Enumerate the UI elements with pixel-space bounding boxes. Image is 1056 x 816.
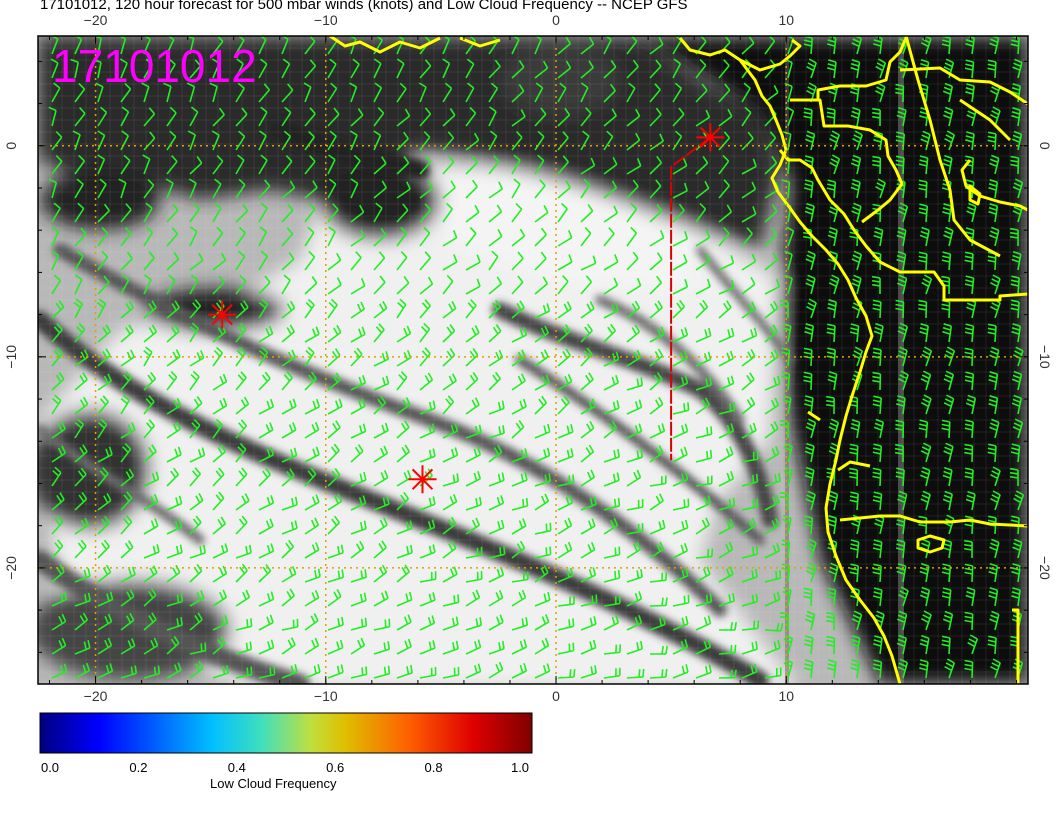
colorbar-tick-label: 0.8 bbox=[424, 760, 443, 775]
x-tick-label-bottom: 10 bbox=[778, 688, 794, 704]
colorbar-tick-label: 0.4 bbox=[227, 760, 246, 775]
location-marker[interactable] bbox=[208, 300, 237, 329]
colorbar-tick-label: 0.6 bbox=[326, 760, 345, 775]
x-tick-label-top: 0 bbox=[552, 12, 560, 28]
y-tick-label-right: −10 bbox=[1037, 345, 1053, 369]
date-stamp: 17101012 bbox=[52, 40, 257, 92]
x-tick-label-bottom: 0 bbox=[552, 688, 560, 704]
location-marker[interactable] bbox=[696, 123, 725, 152]
x-tick-label-top: −10 bbox=[314, 12, 338, 28]
y-tick-label-right: 0 bbox=[1037, 142, 1053, 150]
x-tick-label-top: 10 bbox=[778, 12, 794, 28]
y-tick-label-right: −20 bbox=[1037, 556, 1053, 580]
colorbar-tick-label: 0.2 bbox=[129, 760, 148, 775]
forecast-map[interactable]: −20 −20 −10 −10 0 0 10 10 0 0 −10 −10 −20 −20 1710101… bbox=[0, 0, 1056, 816]
colorbar-label: Low Cloud Frequency bbox=[210, 776, 337, 791]
x-tick-label-top: −20 bbox=[84, 12, 108, 28]
y-tick-label-left: −20 bbox=[3, 556, 19, 580]
y-tick-label-left: −10 bbox=[3, 345, 19, 369]
y-tick-label-left: 0 bbox=[3, 142, 19, 150]
colorbar bbox=[39, 712, 533, 754]
colorbar-tick-label: 1.0 bbox=[510, 760, 530, 775]
colorbar-tick-label: 0.0 bbox=[40, 760, 60, 775]
x-tick-label-bottom: −10 bbox=[314, 688, 338, 704]
x-tick-label-bottom: −20 bbox=[84, 688, 108, 704]
location-marker[interactable] bbox=[408, 465, 437, 494]
